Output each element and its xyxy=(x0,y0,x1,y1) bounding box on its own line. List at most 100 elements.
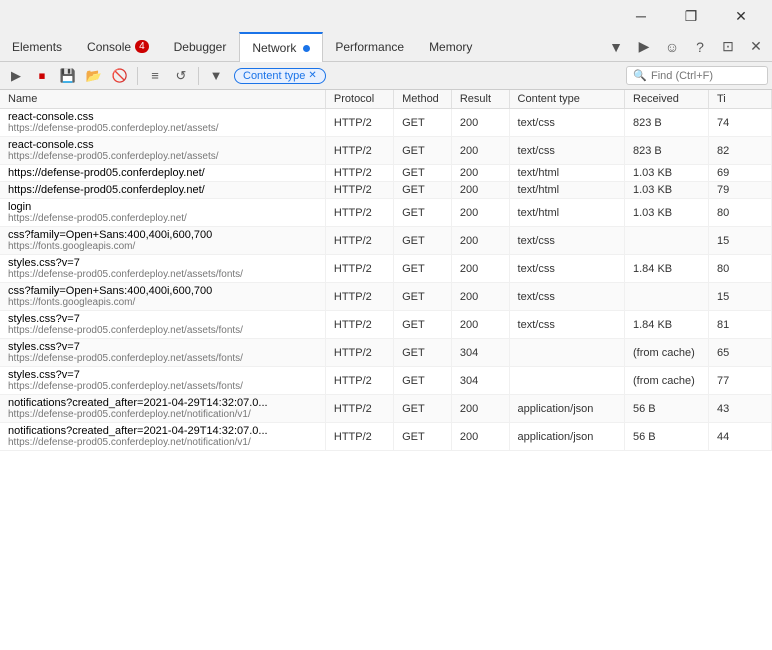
dock-button[interactable]: ▶ xyxy=(632,35,656,59)
table-row[interactable]: css?family=Open+Sans:400,400i,600,700htt… xyxy=(0,227,772,255)
record-button[interactable]: ▶ xyxy=(4,64,28,88)
cell-received: (from cache) xyxy=(625,339,709,367)
cell-name: css?family=Open+Sans:400,400i,600,700htt… xyxy=(0,227,325,255)
content-type-filter-chip[interactable]: Content type ✕ xyxy=(234,68,326,84)
table-row[interactable]: styles.css?v=7https://defense-prod05.con… xyxy=(0,339,772,367)
search-input[interactable] xyxy=(651,70,761,82)
cell-method: GET xyxy=(394,339,452,367)
cell-content_type: text/css xyxy=(509,255,624,283)
tab-performance[interactable]: Performance xyxy=(323,32,417,61)
close-devtools-button[interactable]: ✕ xyxy=(744,35,768,59)
search-box[interactable]: 🔍 xyxy=(626,66,768,85)
row-name-url: https://fonts.googleapis.com/ xyxy=(8,241,317,252)
happy-icon[interactable]: ☺ xyxy=(660,35,684,59)
tab-performance-label: Performance xyxy=(335,40,404,54)
cell-time: 69 xyxy=(708,165,771,182)
row-name-url: https://defense-prod05.conferdeploy.net/ xyxy=(8,213,317,224)
row-name-url: https://defense-prod05.conferdeploy.net/… xyxy=(8,151,317,162)
row-name-primary: react-console.css xyxy=(8,111,94,123)
cell-name: styles.css?v=7https://defense-prod05.con… xyxy=(0,311,325,339)
cell-received: 1.03 KB xyxy=(625,199,709,227)
cell-content_type: text/html xyxy=(509,199,624,227)
more-tools-button[interactable]: ▼ xyxy=(604,35,628,59)
cell-content_type xyxy=(509,339,624,367)
cell-result: 200 xyxy=(451,109,509,137)
cell-protocol: HTTP/2 xyxy=(325,137,393,165)
cell-method: GET xyxy=(394,227,452,255)
col-header-protocol[interactable]: Protocol xyxy=(325,90,393,109)
col-header-result[interactable]: Result xyxy=(451,90,509,109)
tab-debugger[interactable]: Debugger xyxy=(162,32,240,61)
tab-memory[interactable]: Memory xyxy=(417,32,485,61)
cell-protocol: HTTP/2 xyxy=(325,182,393,199)
close-button[interactable]: ✕ xyxy=(718,0,764,32)
cell-result: 200 xyxy=(451,395,509,423)
cell-protocol: HTTP/2 xyxy=(325,109,393,137)
filter-icon-button[interactable]: ▼ xyxy=(204,64,228,88)
table-row[interactable]: https://defense-prod05.conferdeploy.net/… xyxy=(0,182,772,199)
cell-method: GET xyxy=(394,199,452,227)
responsive-button[interactable]: ⊡ xyxy=(716,35,740,59)
col-header-method[interactable]: Method xyxy=(394,90,452,109)
cell-content_type: text/css xyxy=(509,283,624,311)
cell-protocol: HTTP/2 xyxy=(325,199,393,227)
table-header: Name Protocol Method Result Content type… xyxy=(0,90,772,109)
cell-name: react-console.csshttps://defense-prod05.… xyxy=(0,137,325,165)
cell-name: notifications?created_after=2021-04-29T1… xyxy=(0,395,325,423)
cell-content_type: text/html xyxy=(509,182,624,199)
cell-protocol: HTTP/2 xyxy=(325,367,393,395)
cell-result: 200 xyxy=(451,423,509,451)
cell-result: 304 xyxy=(451,339,509,367)
row-name-url: https://defense-prod05.conferdeploy.net/… xyxy=(8,123,317,134)
table-row[interactable]: loginhttps://defense-prod05.conferdeploy… xyxy=(0,199,772,227)
minimize-button[interactable]: ─ xyxy=(618,0,664,32)
filter-chip-close-icon[interactable]: ✕ xyxy=(308,70,316,81)
cell-content_type: text/css xyxy=(509,137,624,165)
tab-network[interactable]: Network xyxy=(239,32,323,62)
cell-time: 74 xyxy=(708,109,771,137)
help-button[interactable]: ? xyxy=(688,35,712,59)
window-chrome: ─ ❐ ✕ xyxy=(0,0,772,32)
table-row[interactable]: notifications?created_after=2021-04-29T1… xyxy=(0,423,772,451)
table-row[interactable]: styles.css?v=7https://defense-prod05.con… xyxy=(0,311,772,339)
row-name-url: https://defense-prod05.conferdeploy.net/… xyxy=(8,269,317,280)
col-header-name[interactable]: Name xyxy=(0,90,325,109)
cell-method: GET xyxy=(394,283,452,311)
cell-content_type: text/html xyxy=(509,165,624,182)
separator-1 xyxy=(137,67,138,85)
cell-name: styles.css?v=7https://defense-prod05.con… xyxy=(0,255,325,283)
table-row[interactable]: react-console.csshttps://defense-prod05.… xyxy=(0,137,772,165)
row-name-primary: styles.css?v=7 xyxy=(8,313,80,325)
table-row[interactable]: react-console.csshttps://defense-prod05.… xyxy=(0,109,772,137)
table-row[interactable]: styles.css?v=7https://defense-prod05.con… xyxy=(0,255,772,283)
table-row[interactable]: notifications?created_after=2021-04-29T1… xyxy=(0,395,772,423)
cell-protocol: HTTP/2 xyxy=(325,255,393,283)
table-row[interactable]: styles.css?v=7https://defense-prod05.con… xyxy=(0,367,772,395)
table-row[interactable]: https://defense-prod05.conferdeploy.net/… xyxy=(0,165,772,182)
reload-button[interactable]: ↺ xyxy=(169,64,193,88)
col-header-time[interactable]: Ti xyxy=(708,90,771,109)
tab-console[interactable]: Console 4 xyxy=(75,32,162,61)
import-button[interactable]: 📂 xyxy=(82,64,106,88)
row-name-primary: styles.css?v=7 xyxy=(8,369,80,381)
tab-elements[interactable]: Elements xyxy=(0,32,75,61)
cell-received: 1.03 KB xyxy=(625,182,709,199)
row-name-primary: https://defense-prod05.conferdeploy.net/ xyxy=(8,167,205,179)
maximize-button[interactable]: ❐ xyxy=(668,0,714,32)
clear-button[interactable]: 🚫 xyxy=(108,64,132,88)
cell-name: styles.css?v=7https://defense-prod05.con… xyxy=(0,367,325,395)
save-button[interactable]: 💾 xyxy=(56,64,80,88)
cell-method: GET xyxy=(394,423,452,451)
network-table[interactable]: Name Protocol Method Result Content type… xyxy=(0,90,772,650)
tab-memory-label: Memory xyxy=(429,40,472,54)
table-row[interactable]: css?family=Open+Sans:400,400i,600,700htt… xyxy=(0,283,772,311)
tab-network-label: Network xyxy=(252,41,296,55)
all-button[interactable]: ≡ xyxy=(143,64,167,88)
row-name-url: https://defense-prod05.conferdeploy.net/… xyxy=(8,409,317,420)
stop-button[interactable]: ⏹ xyxy=(30,64,54,88)
row-name-url: https://defense-prod05.conferdeploy.net/… xyxy=(8,325,317,336)
row-name-url: https://defense-prod05.conferdeploy.net/… xyxy=(8,437,317,448)
col-header-content-type[interactable]: Content type xyxy=(509,90,624,109)
cell-protocol: HTTP/2 xyxy=(325,423,393,451)
col-header-received[interactable]: Received xyxy=(625,90,709,109)
